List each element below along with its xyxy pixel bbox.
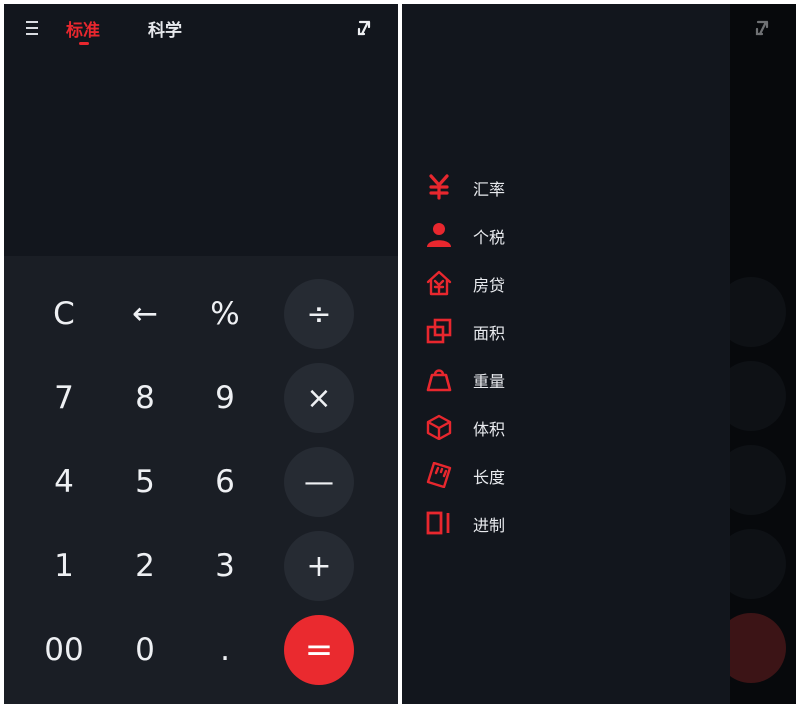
divide-button[interactable]: ÷ <box>284 279 354 349</box>
rotation-lock-icon[interactable] <box>356 18 372 38</box>
drawer-item-weight[interactable]: 重量 <box>426 363 706 411</box>
drawer-item-income-tax[interactable]: 个税 <box>426 219 706 267</box>
subtract-button[interactable]: — <box>284 447 354 517</box>
percent-button[interactable]: % <box>190 279 260 349</box>
drawer-item-label: 体积 <box>473 420 506 439</box>
binary-icon <box>426 511 450 535</box>
digit-8-button[interactable]: 8 <box>110 363 180 433</box>
decimal-point-button[interactable]: . <box>190 615 260 685</box>
equals-button[interactable]: = <box>284 615 354 685</box>
digit-9-button[interactable]: 9 <box>190 363 260 433</box>
clear-button[interactable]: C <box>29 279 99 349</box>
yen-icon <box>429 174 449 200</box>
keypad: C ← % ÷ 7 8 9 × 4 5 6 — 1 2 3 + 00 0 . = <box>4 256 398 704</box>
backspace-button[interactable]: ← <box>110 279 180 349</box>
drawer-item-exchange-rate[interactable]: 汇率 <box>426 171 706 219</box>
drawer-item-label: 汇率 <box>473 180 506 199</box>
digit-2-button[interactable]: 2 <box>110 531 180 601</box>
drawer-item-label: 房贷 <box>473 276 506 295</box>
drawer-item-label: 个税 <box>473 228 506 247</box>
cube-icon <box>426 414 452 440</box>
multiply-button[interactable]: × <box>284 363 354 433</box>
converter-list: 汇率 个税 房贷 面积 重量 体积 长度 进制 <box>426 171 706 555</box>
add-button[interactable]: + <box>284 531 354 601</box>
tab-standard[interactable]: 标准 <box>66 16 100 41</box>
result-display <box>4 54 398 256</box>
dimmed-rotation-lock-icon <box>755 20 769 36</box>
digit-5-button[interactable]: 5 <box>110 447 180 517</box>
person-icon <box>427 223 451 247</box>
navigation-drawer: 汇率 个税 房贷 面积 重量 体积 长度 进制 <box>402 4 730 704</box>
double-zero-button[interactable]: 00 <box>29 615 99 685</box>
top-bar: 标准 科学 <box>4 4 398 54</box>
house-yen-icon <box>426 270 452 296</box>
drawer-item-label: 进制 <box>473 516 506 535</box>
digit-1-button[interactable]: 1 <box>29 531 99 601</box>
drawer-item-area[interactable]: 面积 <box>426 315 706 363</box>
calculator-screen: 标准 科学 C ← % ÷ 7 8 9 × 4 5 6 — 1 2 3 + 00… <box>4 4 398 704</box>
drawer-item-mortgage[interactable]: 房贷 <box>426 267 706 315</box>
drawer-item-label: 长度 <box>473 468 506 487</box>
drawer-item-number-base[interactable]: 进制 <box>426 507 706 555</box>
digit-7-button[interactable]: 7 <box>29 363 99 433</box>
area-squares-icon <box>426 318 452 344</box>
active-tab-indicator <box>79 42 89 45</box>
weight-icon <box>426 369 452 392</box>
digit-3-button[interactable]: 3 <box>190 531 260 601</box>
drawer-item-volume[interactable]: 体积 <box>426 411 706 459</box>
digit-0-button[interactable]: 0 <box>110 615 180 685</box>
menu-icon[interactable] <box>26 20 38 36</box>
drawer-item-length[interactable]: 长度 <box>426 459 706 507</box>
tab-science[interactable]: 科学 <box>148 16 182 41</box>
drawer-item-label: 重量 <box>473 372 506 391</box>
ruler-icon <box>426 462 452 488</box>
digit-6-button[interactable]: 6 <box>190 447 260 517</box>
drawer-screen: 汇率 个税 房贷 面积 重量 体积 长度 进制 <box>402 4 796 704</box>
digit-4-button[interactable]: 4 <box>29 447 99 517</box>
drawer-item-label: 面积 <box>473 324 506 343</box>
